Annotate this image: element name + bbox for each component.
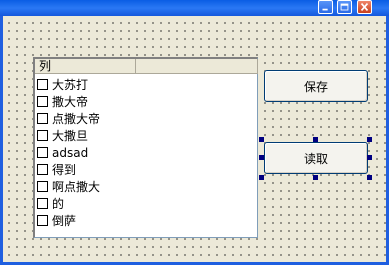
maximize-icon xyxy=(340,3,349,11)
checkbox[interactable] xyxy=(37,96,48,107)
checkbox[interactable] xyxy=(37,147,48,158)
list-item-label: 得到 xyxy=(52,163,77,177)
list-item[interactable]: 得到 xyxy=(37,161,100,178)
list-item[interactable]: 大撒旦 xyxy=(37,127,100,144)
minimize-button[interactable] xyxy=(318,0,333,14)
checkbox[interactable] xyxy=(37,130,48,141)
list-item-label: 的 xyxy=(52,197,65,211)
list-item[interactable]: 啊点撒大 xyxy=(37,178,100,195)
maximize-button[interactable] xyxy=(337,0,352,14)
listview-items: 大苏打 撒大帝 点撒大帝 大撒旦 adsad 得到 啊点撒大 的 倒萨 xyxy=(37,76,100,229)
list-item-label: 大撒旦 xyxy=(52,129,89,143)
list-item[interactable]: 大苏打 xyxy=(37,76,100,93)
list-item-label: 撒大帝 xyxy=(52,95,89,109)
selection-handle[interactable] xyxy=(259,175,264,180)
title-bar xyxy=(0,0,389,16)
list-item-label: 点撒大帝 xyxy=(52,112,101,126)
selection-handle[interactable] xyxy=(367,137,372,142)
list-item[interactable]: adsad xyxy=(37,144,100,161)
checkbox[interactable] xyxy=(37,113,48,124)
selection-handle[interactable] xyxy=(259,155,264,160)
checkbox[interactable] xyxy=(37,198,48,209)
list-item-label: 倒萨 xyxy=(52,214,77,228)
checkbox[interactable] xyxy=(37,164,48,175)
checkbox[interactable] xyxy=(37,215,48,226)
list-item-label: 啊点撒大 xyxy=(52,180,101,194)
column-header-2[interactable] xyxy=(136,59,258,74)
list-item-label: adsad xyxy=(52,145,89,160)
checkbox[interactable] xyxy=(37,79,48,90)
selection-handle[interactable] xyxy=(367,155,372,160)
close-button[interactable] xyxy=(357,0,372,14)
checkbox[interactable] xyxy=(37,181,48,192)
list-item[interactable]: 倒萨 xyxy=(37,212,100,229)
listview-header: 列 xyxy=(35,59,258,74)
selection-handle[interactable] xyxy=(367,175,372,180)
minimize-icon xyxy=(322,8,328,11)
list-item[interactable]: 点撒大帝 xyxy=(37,110,100,127)
list-item[interactable]: 撒大帝 xyxy=(37,93,100,110)
selection-handle[interactable] xyxy=(313,137,318,142)
list-item-label: 大苏打 xyxy=(52,78,89,92)
save-button[interactable]: 保存 xyxy=(264,70,368,102)
list-item[interactable]: 的 xyxy=(37,195,100,212)
checklist-listview[interactable]: 列 大苏打 撒大帝 点撒大帝 大撒旦 adsad 得到 啊点撒大 的 倒萨 xyxy=(33,57,258,238)
column-header-1[interactable]: 列 xyxy=(35,59,136,74)
selection-handle[interactable] xyxy=(313,175,318,180)
close-icon xyxy=(360,3,369,11)
load-button[interactable]: 读取 xyxy=(264,142,368,174)
selection-handle[interactable] xyxy=(259,137,264,142)
